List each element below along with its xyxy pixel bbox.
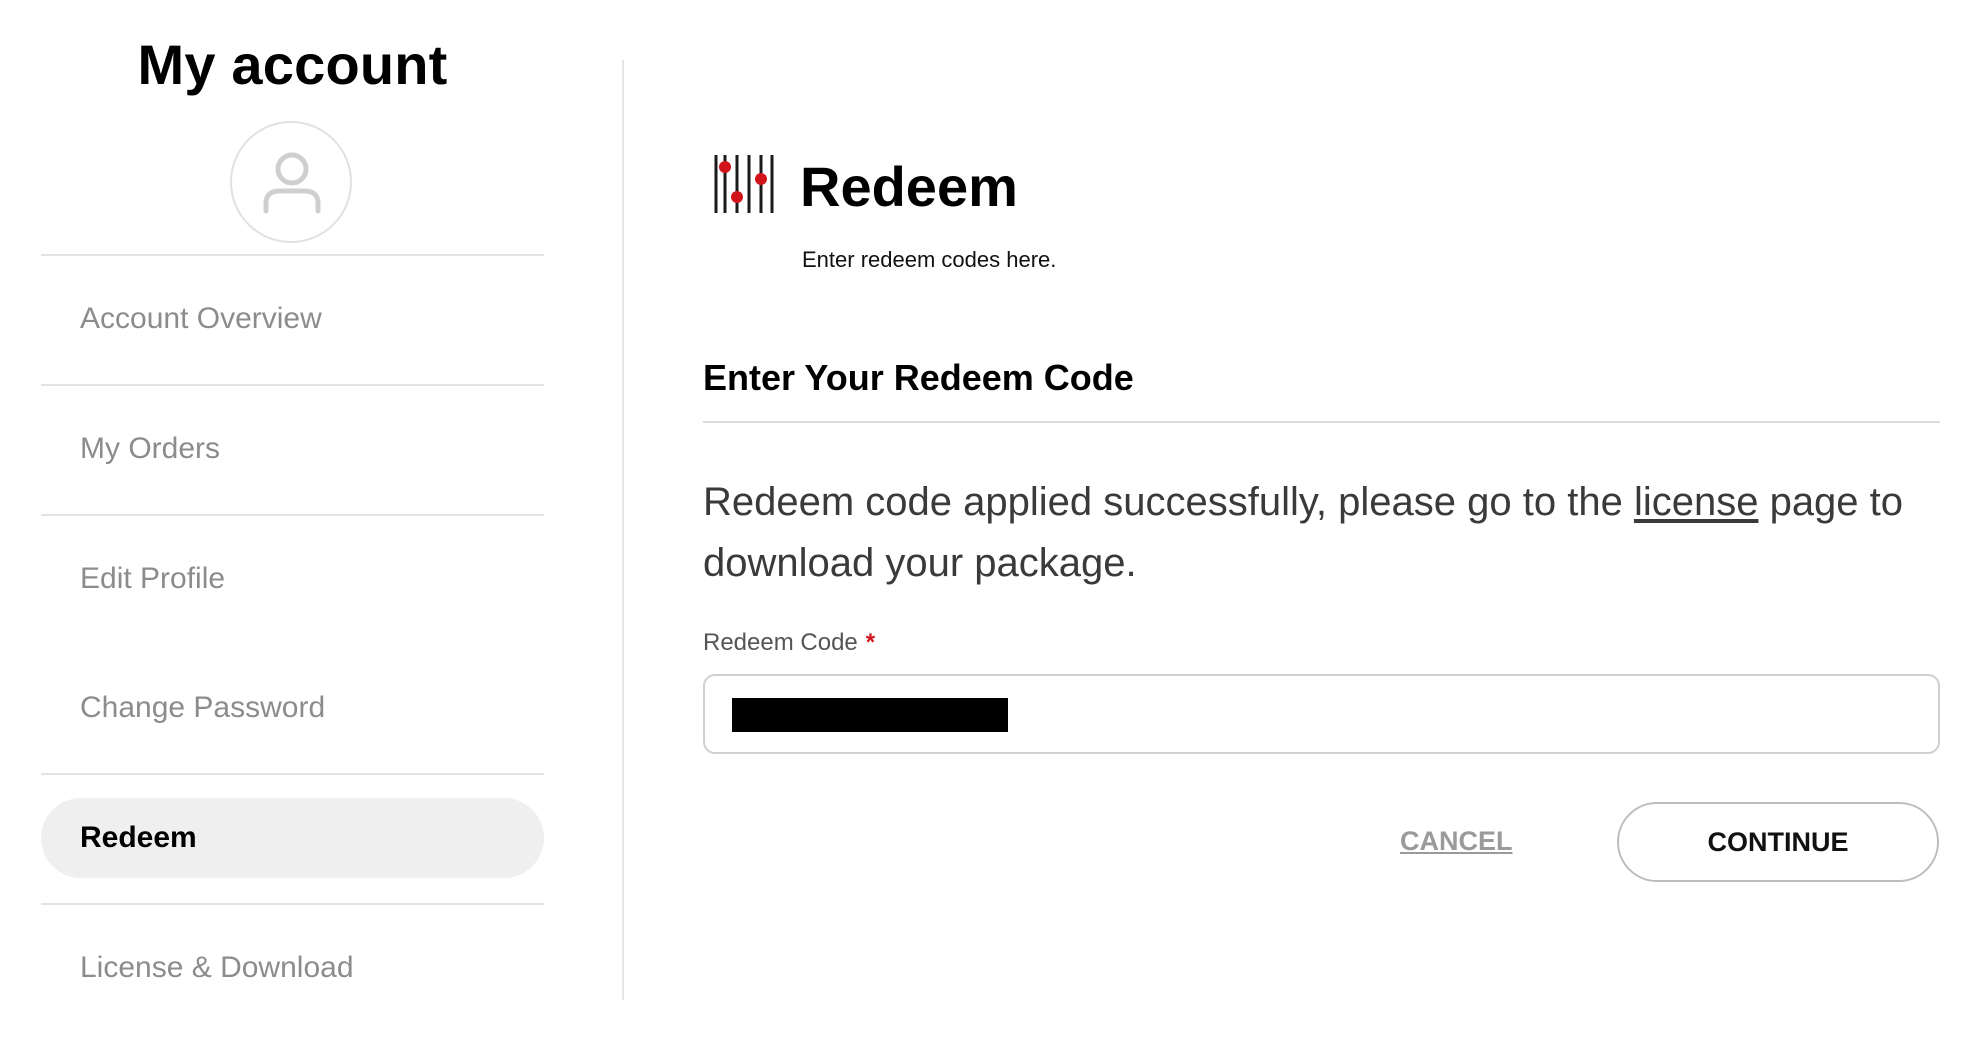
sidebar-item-edit-profile[interactable]: Edit Profile <box>41 539 544 619</box>
sidebar-title: My account <box>137 33 448 96</box>
redacted-code-value <box>732 698 1008 732</box>
sidebar-item-label: Edit Profile <box>80 562 226 595</box>
sidebar-item-label: Change Password <box>80 691 326 724</box>
sidebar-item-account-overview[interactable]: Account Overview <box>41 279 544 359</box>
divider <box>41 514 544 516</box>
success-message: Redeem code applied successfully, please… <box>703 472 1940 594</box>
redeem-code-label-text: Redeem Code <box>703 629 858 656</box>
sidebar-item-label: My Orders <box>80 432 221 465</box>
continue-button[interactable]: CONTINUE <box>1617 802 1939 882</box>
divider <box>41 773 544 775</box>
page-title: Redeem <box>800 155 1018 218</box>
account-sidebar: My account Account Overview My Orders Ed… <box>41 0 544 1052</box>
license-link[interactable]: license <box>1634 480 1759 524</box>
sidebar-item-license-download[interactable]: License & Download <box>41 928 544 1008</box>
redeem-code-input[interactable] <box>703 674 1940 754</box>
sidebar-item-label: License & Download <box>80 951 354 984</box>
required-marker: * <box>865 629 876 656</box>
avatar <box>230 121 352 243</box>
section-title: Enter Your Redeem Code <box>703 357 1134 398</box>
message-text-before: Redeem code applied successfully, please… <box>703 480 1634 524</box>
divider <box>41 384 544 386</box>
section-divider <box>703 421 1940 423</box>
divider <box>41 903 544 905</box>
sidebar-item-label: Redeem <box>80 821 197 854</box>
sidebar-item-label: Account Overview <box>80 302 322 335</box>
user-icon <box>263 152 321 214</box>
sidebar-item-redeem[interactable]: Redeem <box>41 798 544 878</box>
cancel-button[interactable]: CANCEL <box>1400 826 1513 857</box>
sidebar-item-my-orders[interactable]: My Orders <box>41 409 544 489</box>
sliders-logo-icon <box>714 155 774 213</box>
redeem-code-label: Redeem Code * <box>703 629 875 657</box>
divider <box>41 254 544 256</box>
vertical-separator <box>622 60 624 1000</box>
page-subtitle: Enter redeem codes here. <box>802 247 1057 272</box>
sidebar-item-change-password[interactable]: Change Password <box>41 668 544 748</box>
